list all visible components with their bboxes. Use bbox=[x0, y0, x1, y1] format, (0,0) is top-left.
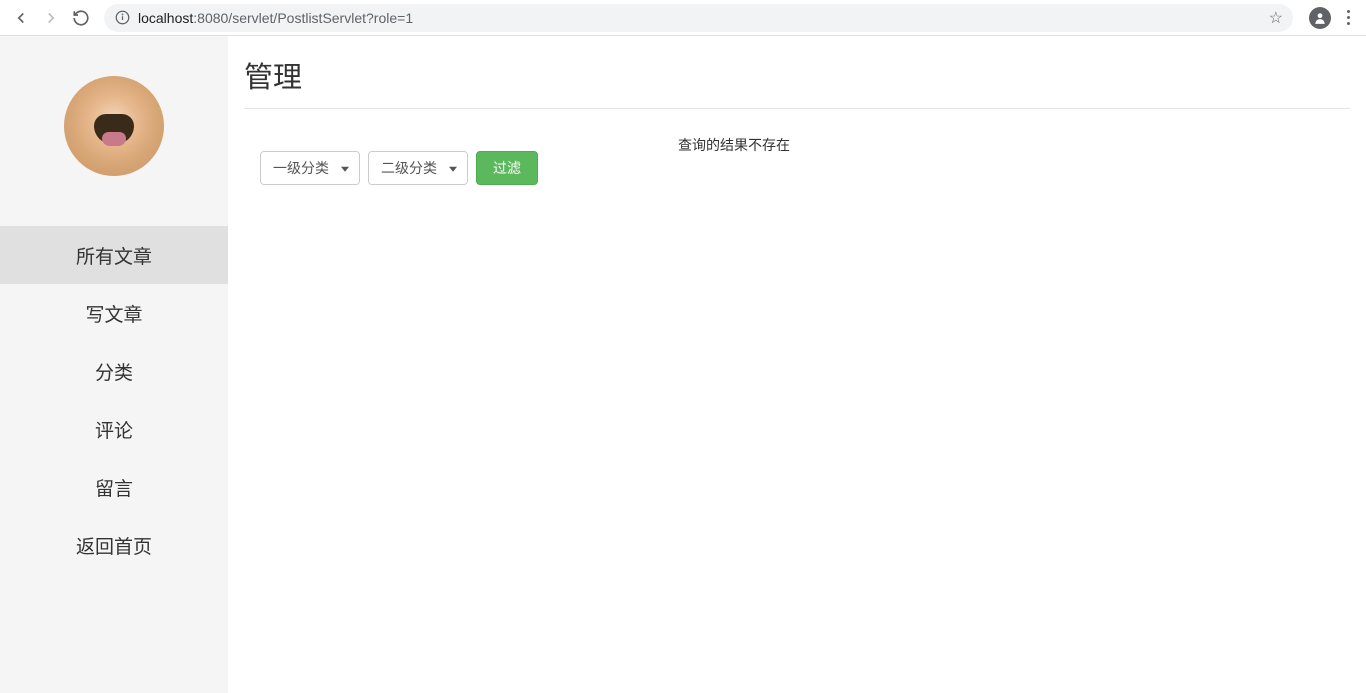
info-icon[interactable] bbox=[114, 10, 130, 26]
sidebar-item-back-home[interactable]: 返回首页 bbox=[0, 516, 228, 574]
toolbar-right bbox=[1303, 7, 1358, 29]
sidebar-item-label: 返回首页 bbox=[76, 532, 152, 559]
sidebar-item-label: 分类 bbox=[95, 358, 133, 385]
app-body: 所有文章 写文章 分类 评论 留言 返回首页 管理 一级分类 bbox=[0, 36, 1366, 693]
select-label: 一级分类 bbox=[273, 158, 329, 178]
result-message: 查询的结果不存在 bbox=[538, 133, 1350, 155]
bookmark-star-icon[interactable]: ☆ bbox=[1269, 8, 1283, 28]
main-content: 管理 一级分类 二级分类 过滤 查询的结果不存在 bbox=[228, 36, 1366, 693]
back-icon[interactable] bbox=[12, 9, 30, 27]
nav-buttons bbox=[8, 9, 94, 27]
filter-button-label: 过滤 bbox=[493, 158, 521, 178]
sidebar-item-all-posts[interactable]: 所有文章 bbox=[0, 226, 228, 284]
sidebar-item-label: 评论 bbox=[95, 416, 133, 443]
sidebar-item-label: 留言 bbox=[95, 474, 133, 501]
select-label: 二级分类 bbox=[381, 158, 437, 178]
browser-toolbar: localhost:8080/servlet/PostlistServlet?r… bbox=[0, 0, 1366, 36]
reload-icon[interactable] bbox=[72, 9, 90, 27]
primary-category-select[interactable]: 一级分类 bbox=[260, 151, 360, 185]
sidebar: 所有文章 写文章 分类 评论 留言 返回首页 bbox=[0, 36, 228, 693]
url-text: localhost:8080/servlet/PostlistServlet?r… bbox=[138, 10, 1263, 26]
url-host: localhost bbox=[138, 10, 193, 26]
url-bar[interactable]: localhost:8080/servlet/PostlistServlet?r… bbox=[104, 4, 1293, 32]
sidebar-item-categories[interactable]: 分类 bbox=[0, 342, 228, 400]
avatar[interactable] bbox=[64, 76, 164, 176]
sidebar-item-write-post[interactable]: 写文章 bbox=[0, 284, 228, 342]
sidebar-item-label: 写文章 bbox=[85, 300, 142, 327]
filter-button[interactable]: 过滤 bbox=[476, 151, 538, 185]
filter-area: 一级分类 二级分类 过滤 bbox=[244, 133, 538, 185]
kebab-menu-icon[interactable] bbox=[1345, 8, 1352, 27]
sidebar-item-label: 所有文章 bbox=[76, 242, 152, 269]
forward-icon[interactable] bbox=[42, 9, 60, 27]
user-avatar-icon[interactable] bbox=[1309, 7, 1331, 29]
sidebar-item-comments[interactable]: 评论 bbox=[0, 400, 228, 458]
url-path: :8080/servlet/PostlistServlet?role=1 bbox=[193, 10, 413, 26]
content-row: 一级分类 二级分类 过滤 查询的结果不存在 bbox=[244, 109, 1350, 185]
sidebar-item-messages[interactable]: 留言 bbox=[0, 458, 228, 516]
sidebar-nav: 所有文章 写文章 分类 评论 留言 返回首页 bbox=[0, 226, 228, 574]
secondary-category-select[interactable]: 二级分类 bbox=[368, 151, 468, 185]
page-title: 管理 bbox=[244, 54, 1350, 109]
